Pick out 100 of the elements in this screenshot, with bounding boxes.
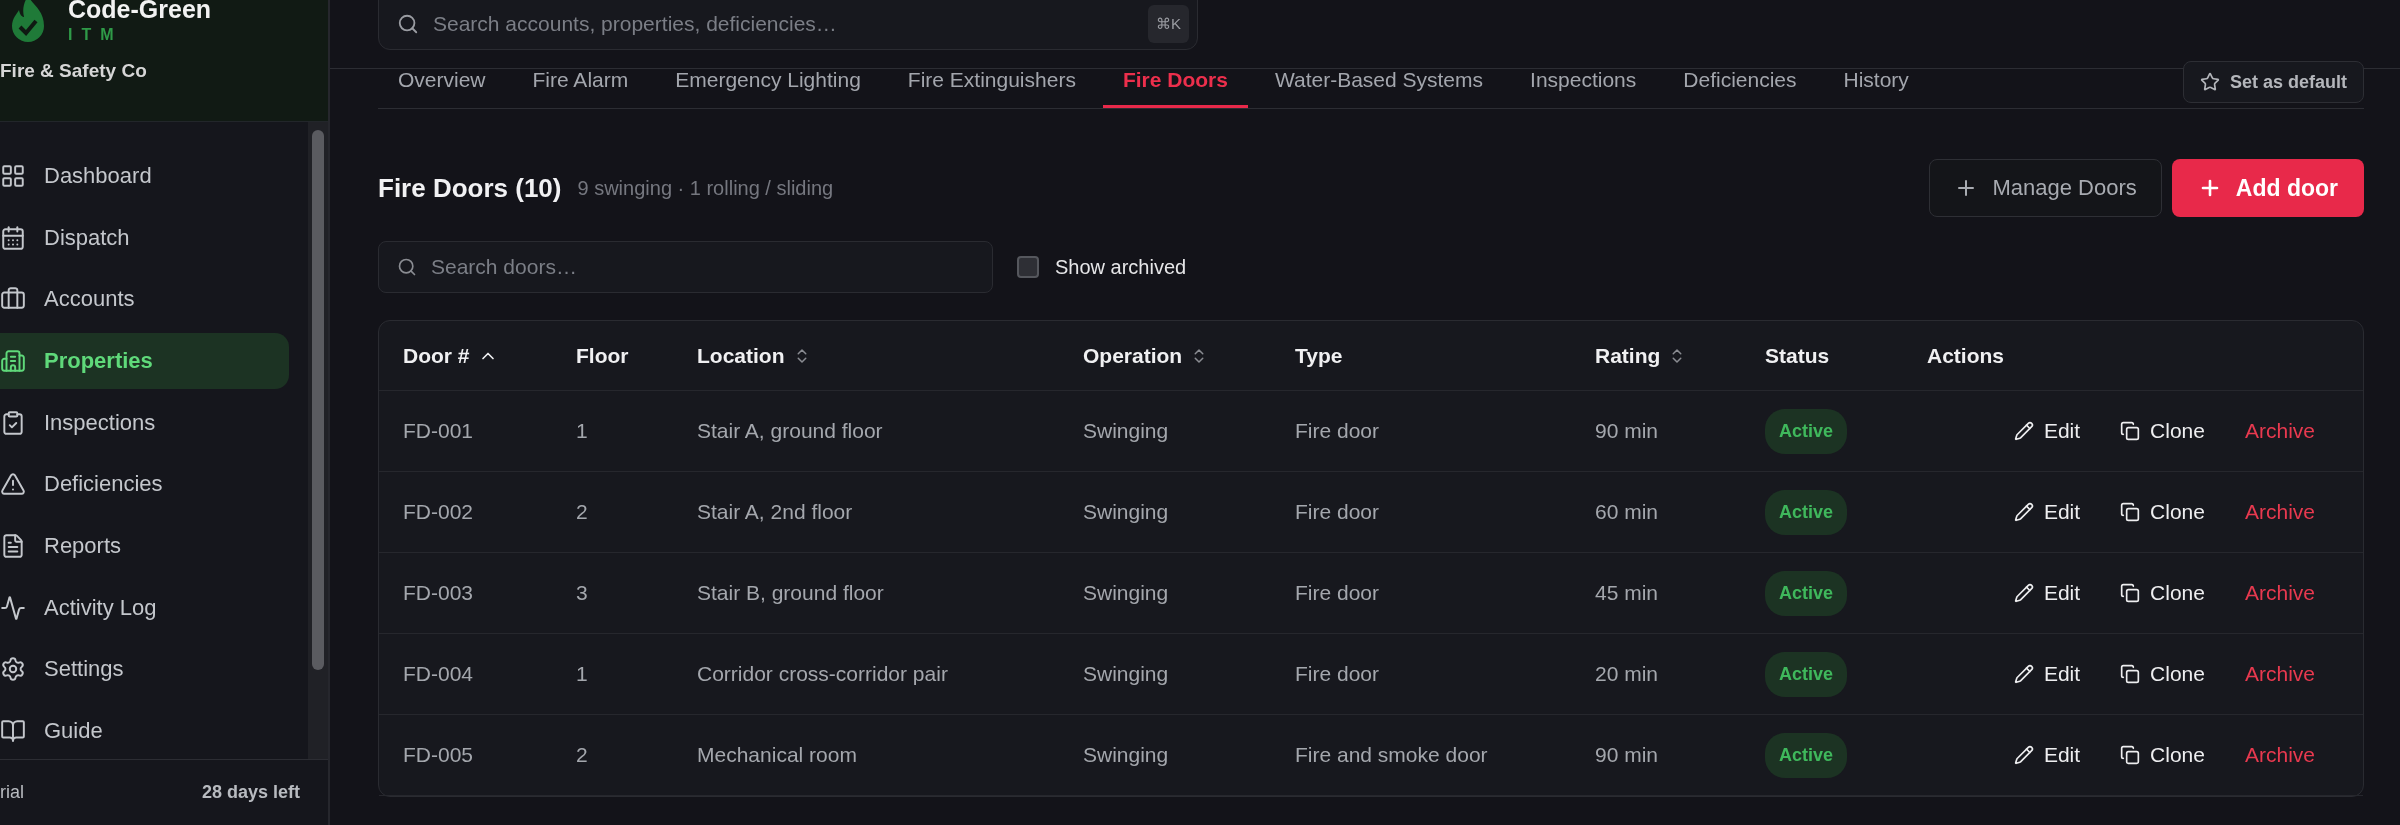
scrollbar-thumb[interactable]: [312, 130, 324, 670]
copy-icon: [2120, 502, 2141, 522]
table-cell-text: 60 min: [1595, 500, 1660, 524]
organization-name: Fire & Safety Co: [0, 60, 148, 82]
edit-button[interactable]: Edit: [2013, 581, 2081, 605]
table-cell-text: 1: [576, 662, 589, 686]
clone-button[interactable]: Clone: [2120, 500, 2205, 524]
column-header[interactable]: Status: [1765, 343, 1830, 368]
door-search-field[interactable]: Search doors…: [378, 241, 993, 293]
checkbox[interactable]: [1017, 256, 1039, 278]
pencil-icon: [2013, 502, 2034, 522]
table-cell-text: Corridor cross-corridor pair: [697, 662, 949, 686]
clone-button[interactable]: Clone: [2120, 743, 2205, 767]
table-cell-text: Fire and smoke door: [1295, 743, 1489, 767]
edit-button[interactable]: Edit: [2013, 500, 2081, 524]
table-cell-text: 20 min: [1595, 662, 1660, 686]
table-cell-text: Swinging: [1083, 662, 1170, 686]
table-cell-text: 3: [576, 581, 589, 605]
nav-item[interactable]: Activity Log: [0, 579, 289, 636]
column-header[interactable]: Actions: [1927, 343, 2004, 368]
edit-button[interactable]: Edit: [2013, 419, 2081, 443]
pulse-icon: [0, 594, 26, 621]
nav-item[interactable]: Reports: [0, 517, 289, 575]
column-header[interactable]: Rating: [1595, 343, 1661, 368]
pencil-icon: [2013, 583, 2034, 603]
table-cell-text: 45 min: [1595, 581, 1660, 605]
table-cell-text: 2: [576, 743, 589, 767]
table-cell-text: 2: [576, 500, 589, 524]
tab[interactable]: Fire Extinguishers: [887, 68, 1096, 108]
search-icon: [397, 257, 417, 277]
table-cell-text: Fire door: [1295, 662, 1381, 686]
calendar-icon: [0, 224, 26, 251]
edit-button[interactable]: Edit: [2013, 743, 2081, 767]
days-left: 28 days left: [201, 782, 300, 803]
edit-button[interactable]: Edit: [2013, 662, 2081, 686]
clone-button[interactable]: Clone: [2120, 419, 2205, 443]
table-cell-text: FD-002: [403, 500, 475, 524]
section-summary: 9 swinging · 1 rolling / sliding: [577, 176, 834, 200]
column-header[interactable]: Location: [697, 343, 785, 368]
tab[interactable]: Fire Alarm: [512, 68, 649, 108]
table-cell-text: FD-004: [403, 662, 475, 686]
pencil-icon: [2013, 664, 2034, 684]
nav-item[interactable]: Properties: [0, 332, 289, 390]
set-default-button[interactable]: Set as default: [2182, 61, 2364, 103]
table-cell-text: Fire door: [1295, 500, 1381, 524]
clone-button[interactable]: Clone: [2120, 662, 2205, 686]
pencil-icon: [2013, 745, 2034, 765]
clone-button[interactable]: Clone: [2120, 581, 2205, 605]
table-cell-text: Stair A, 2nd floor: [697, 500, 854, 524]
nav-item[interactable]: Dashboard: [0, 148, 289, 205]
column-header[interactable]: Floor: [576, 343, 629, 368]
nav-item[interactable]: Inspections: [0, 394, 289, 451]
table-cell-text: 1: [576, 419, 589, 443]
tab[interactable]: History: [1823, 68, 1929, 108]
shortcut-key: ⌘K: [1148, 5, 1189, 43]
tab[interactable]: Deficiencies: [1663, 68, 1817, 108]
archive-button[interactable]: Archive: [2244, 500, 2315, 524]
copy-icon: [2120, 664, 2141, 684]
tab[interactable]: Water-Based Systems: [1254, 68, 1504, 108]
section-title: Fire Doors (10): [378, 172, 562, 204]
manage-doors-button[interactable]: Manage Doors: [1929, 159, 2162, 217]
table-cell-text: Fire door: [1295, 581, 1381, 605]
table-cell-text: 90 min: [1595, 419, 1660, 443]
book-icon: [0, 718, 26, 744]
archive-button[interactable]: Archive: [2244, 662, 2315, 686]
status-badge: Active: [1765, 489, 1848, 535]
archive-button[interactable]: Archive: [2244, 743, 2315, 767]
copy-icon: [2120, 745, 2141, 765]
archive-button[interactable]: Archive: [2244, 581, 2315, 605]
status-badge: Active: [1765, 570, 1848, 616]
table-cell-text: FD-003: [403, 581, 475, 605]
table-cell-text: FD-001: [403, 419, 475, 443]
grid-icon: [0, 163, 26, 190]
table-cell-text: Fire door: [1295, 419, 1381, 443]
nav-item[interactable]: Settings: [0, 641, 289, 698]
table-cell-text: FD-005: [403, 743, 475, 767]
tab[interactable]: Fire Doors: [1102, 68, 1248, 108]
table-cell-text: Swinging: [1083, 743, 1170, 767]
document-icon: [0, 533, 26, 559]
search-field[interactable]: Search accounts, properties, deficiencies… ⌘K: [378, 0, 1198, 50]
archive-button[interactable]: Archive: [2244, 419, 2315, 443]
nav-item[interactable]: Dispatch: [0, 209, 289, 266]
brand-tagline: ITM: [68, 26, 124, 44]
checkbox-label: Show archived: [1055, 255, 1187, 279]
tab[interactable]: Inspections: [1510, 68, 1657, 108]
add-door-button[interactable]: Add door: [2171, 159, 2364, 217]
copy-icon: [2120, 583, 2141, 603]
status-badge: Active: [1765, 408, 1848, 454]
column-header[interactable]: Door #: [403, 343, 470, 368]
nav-item[interactable]: Accounts: [0, 271, 289, 328]
search-icon: [397, 13, 419, 35]
column-header[interactable]: Type: [1295, 343, 1343, 368]
tab[interactable]: Overview: [378, 68, 506, 108]
status-badge: Active: [1765, 732, 1848, 778]
nav-item[interactable]: Deficiencies: [0, 456, 289, 513]
warning-icon: [0, 471, 26, 498]
nav-item[interactable]: Guide: [0, 702, 289, 759]
column-header[interactable]: Operation: [1083, 343, 1183, 368]
table-cell-text: 90 min: [1595, 743, 1660, 767]
tab[interactable]: Emergency Lighting: [655, 68, 881, 108]
